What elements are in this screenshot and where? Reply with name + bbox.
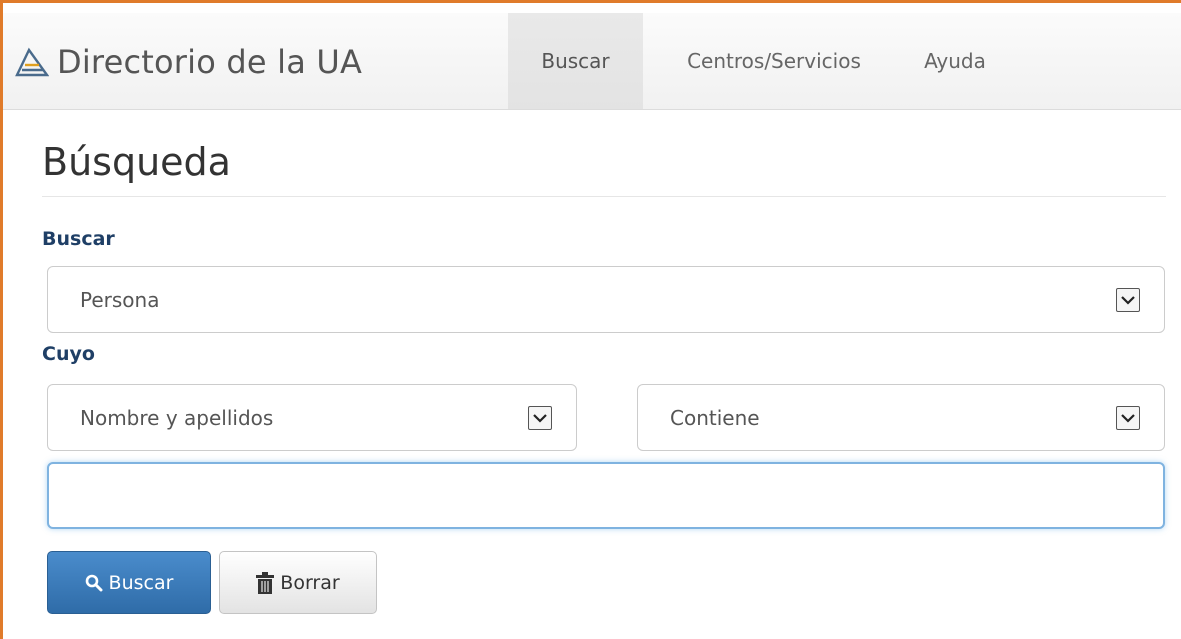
trash-icon: [256, 571, 275, 594]
search-button-label: Buscar: [108, 571, 174, 594]
clear-button-label: Borrar: [280, 571, 340, 594]
search-input[interactable]: [47, 462, 1165, 529]
chevron-down-icon: [1116, 405, 1140, 430]
buscar-select[interactable]: Persona: [47, 266, 1165, 333]
clear-button[interactable]: Borrar: [219, 551, 377, 614]
field-select[interactable]: Nombre y apellidos: [47, 384, 577, 451]
condition-select-value: Contiene: [670, 405, 760, 430]
brand[interactable]: Directorio de la UA: [15, 13, 362, 110]
search-icon: [85, 574, 103, 591]
page-title: Búsqueda: [42, 140, 231, 184]
chevron-down-icon: [528, 405, 552, 430]
search-button[interactable]: Buscar: [47, 551, 211, 614]
cuyo-label: Cuyo: [42, 343, 95, 365]
ua-logo-icon: [15, 47, 49, 76]
field-select-value: Nombre y apellidos: [80, 405, 274, 430]
brand-title: Directorio de la UA: [57, 42, 363, 81]
tab-buscar[interactable]: Buscar: [508, 13, 643, 109]
chevron-down-icon: [1116, 287, 1140, 312]
tab-centros-servicios[interactable]: Centros/Servicios: [659, 13, 889, 109]
frame-top-border: [0, 0, 1181, 3]
title-divider: [42, 196, 1166, 197]
condition-select[interactable]: Contiene: [637, 384, 1165, 451]
buscar-label: Buscar: [42, 228, 115, 250]
tab-ayuda[interactable]: Ayuda: [905, 13, 1005, 109]
navbar: Directorio de la UA Buscar Centros/Servi…: [3, 13, 1181, 110]
buscar-select-value: Persona: [80, 287, 160, 312]
